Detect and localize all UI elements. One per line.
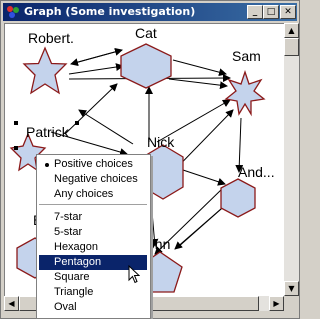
scroll-up-button[interactable]: ▲ — [284, 23, 299, 38]
menu-item-label: 5-star — [54, 226, 83, 238]
maximize-icon: □ — [266, 7, 276, 17]
menu-item-label: Positive choices — [54, 158, 133, 170]
app-icon — [7, 6, 19, 18]
menu-item-label: Negative choices — [54, 173, 138, 185]
minimize-button[interactable]: _ — [247, 5, 263, 19]
menu-item-7-star[interactable]: 7-star — [39, 210, 147, 225]
scroll-down-button[interactable]: ▼ — [284, 281, 299, 296]
menu-separator — [39, 204, 147, 205]
menu-item-label: Square — [54, 271, 90, 283]
scroll-up-icon: ▲ — [288, 26, 295, 35]
menu-item-5-star[interactable]: 5-star — [39, 225, 147, 240]
menu-item-label: Oval — [54, 301, 77, 313]
edge — [168, 78, 228, 90]
edge — [64, 83, 118, 135]
context-menu: Positive choices Negative choices Any ch… — [36, 154, 151, 319]
menu-item-label: Pentagon — [54, 256, 102, 268]
menu-item-negative-choices[interactable]: Negative choices — [39, 172, 147, 187]
robert-node — [22, 46, 68, 95]
minimize-icon: _ — [252, 7, 258, 17]
resize-grip[interactable] — [284, 296, 299, 311]
close-button[interactable]: ✕ — [280, 5, 296, 19]
node-label-cat: Cat — [135, 25, 157, 41]
selection-handle — [14, 121, 18, 125]
sam-node — [224, 69, 266, 117]
vertical-scrollbar[interactable]: ▲ ▼ — [284, 23, 299, 296]
node-label-patrick: Patrick — [26, 124, 69, 140]
menu-item-triangle[interactable]: Triangle — [39, 285, 147, 300]
node-label-nick: Nick — [147, 134, 175, 150]
scroll-right-icon: ▶ — [273, 299, 280, 308]
node-label-robert: Robert. — [28, 30, 74, 46]
vertical-scroll-thumb[interactable] — [284, 38, 299, 56]
selection-handle — [75, 121, 79, 125]
scroll-right-button[interactable]: ▶ — [269, 296, 284, 311]
selection-handle — [14, 146, 18, 150]
title-bar[interactable]: Graph (Some investigation) _ □ ✕ — [3, 3, 297, 21]
scroll-down-icon: ▼ — [288, 284, 295, 293]
close-icon: ✕ — [284, 7, 292, 17]
edge — [172, 59, 227, 77]
andrew-node — [220, 178, 256, 218]
edge — [78, 109, 134, 145]
menu-item-label: Triangle — [54, 286, 94, 298]
radio-bullet-icon — [45, 163, 49, 167]
menu-item-any-choices[interactable]: Any choices — [39, 187, 147, 202]
menu-item-label: Any choices — [54, 188, 114, 200]
menu-item-positive-choices[interactable]: Positive choices — [39, 157, 147, 172]
node-label-andrew: And... — [238, 164, 275, 180]
cat-node — [120, 43, 172, 89]
menu-item-label: Hexagon — [54, 241, 99, 253]
maximize-button[interactable]: □ — [263, 5, 279, 19]
window-title: Graph (Some investigation) — [24, 5, 196, 18]
menu-item-label: 7-star — [54, 211, 83, 223]
edge — [182, 169, 226, 186]
edge — [70, 49, 123, 67]
edge — [68, 63, 124, 75]
scroll-left-button[interactable]: ◀ — [4, 296, 19, 311]
scroll-left-icon: ◀ — [8, 299, 15, 308]
mouse-cursor-icon — [128, 265, 140, 284]
menu-item-hexagon[interactable]: Hexagon — [39, 240, 147, 255]
node-label-sam: Sam — [232, 48, 261, 64]
menu-item-oval[interactable]: Oval — [39, 300, 147, 315]
